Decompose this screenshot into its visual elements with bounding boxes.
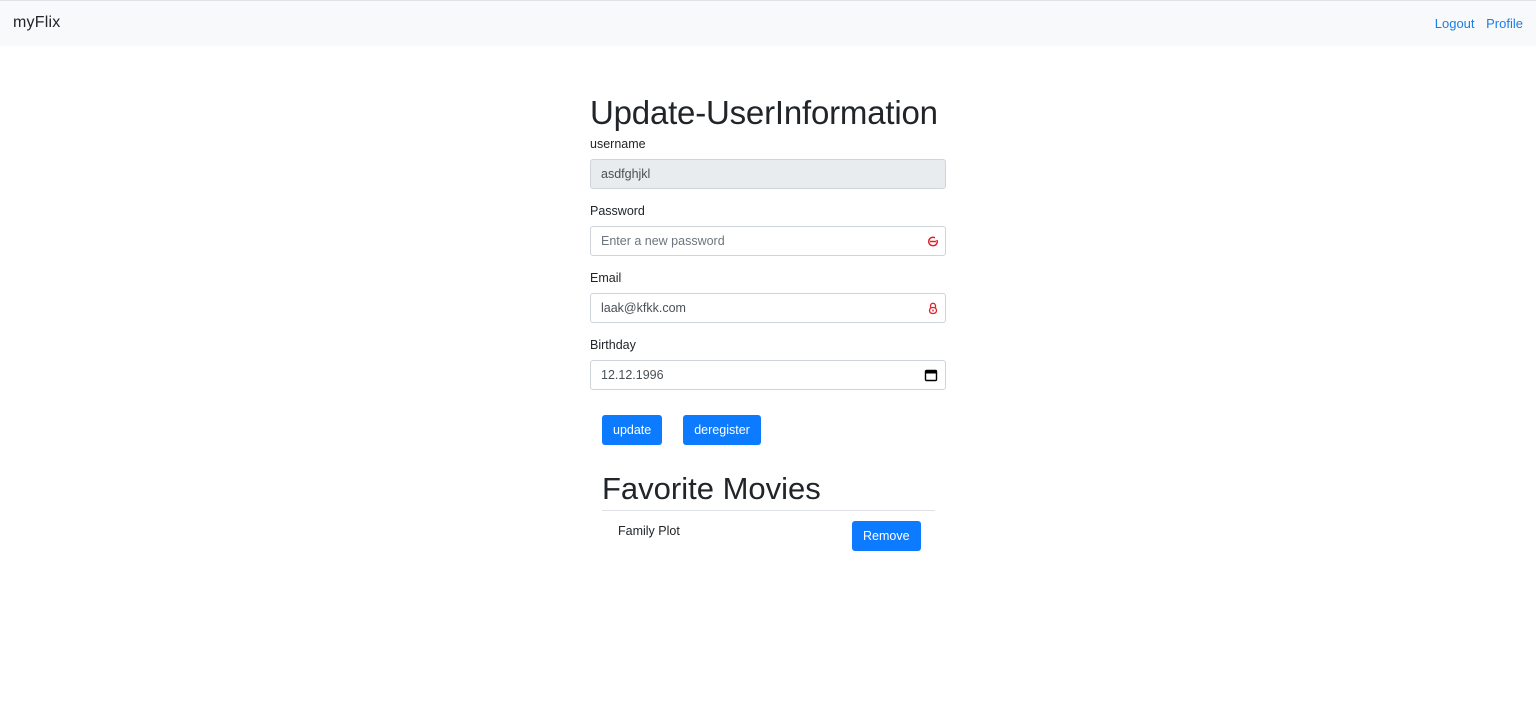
brand-link[interactable]: myFlix	[13, 14, 60, 32]
birthday-label: Birthday	[590, 338, 636, 352]
update-user-form: Update-UserInformation username Password…	[590, 90, 946, 555]
username-field[interactable]	[590, 159, 946, 189]
form-actions: update deregister	[590, 415, 946, 445]
list-item: Family Plot Remove	[602, 511, 935, 555]
nav-links: Logout Profile	[1427, 16, 1523, 31]
birthday-field[interactable]	[590, 360, 946, 390]
username-wrap	[590, 159, 946, 189]
logout-link[interactable]: Logout	[1435, 16, 1475, 31]
deregister-button[interactable]: deregister	[683, 415, 761, 445]
movie-title: Family Plot	[618, 524, 680, 538]
navbar: myFlix Logout Profile	[0, 0, 1536, 46]
password-field[interactable]	[590, 226, 946, 256]
email-field[interactable]	[590, 293, 946, 323]
lock-icon[interactable]	[926, 301, 940, 315]
update-button[interactable]: update	[602, 415, 663, 445]
password-label: Password	[590, 204, 645, 218]
birthday-wrap	[590, 360, 946, 390]
calendar-icon[interactable]	[924, 368, 938, 382]
birthday-group: Birthday	[590, 337, 946, 390]
email-wrap	[590, 293, 946, 323]
username-label: username	[590, 137, 646, 151]
favorites-title: Favorite Movies	[602, 470, 935, 511]
username-group: username	[590, 136, 946, 189]
password-wrap	[590, 226, 946, 256]
profile-link[interactable]: Profile	[1486, 16, 1523, 31]
page-title: Update-UserInformation	[590, 94, 938, 131]
password-group: Password	[590, 203, 946, 256]
email-group: Email	[590, 270, 946, 323]
password-manager-icon[interactable]	[926, 234, 940, 248]
email-label: Email	[590, 271, 622, 285]
remove-button[interactable]: Remove	[852, 521, 921, 551]
favorite-movies: Favorite Movies Family Plot Remove	[602, 470, 935, 555]
